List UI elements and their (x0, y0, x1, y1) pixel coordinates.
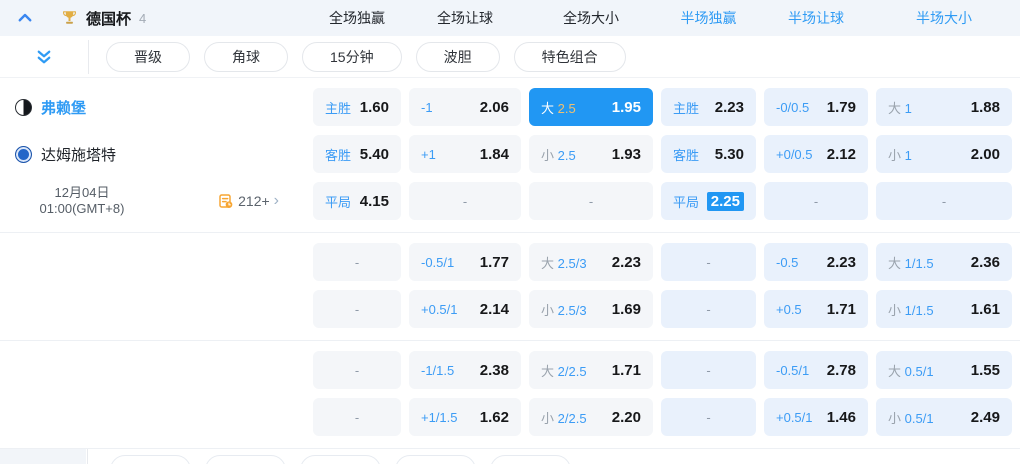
odds-cell-empty: - (876, 182, 1012, 220)
betting-odds-panel: 德国杯 4 全场独赢 全场让球 全场大小 半场独赢 半场让球 半场大小 晋级 角… (0, 0, 1020, 465)
odds-cell[interactable]: -0.5 2.23 (764, 243, 868, 281)
odds-cell[interactable]: -1/1.5 2.38 (409, 351, 521, 389)
odds-cell[interactable]: 平局 4.15 (313, 182, 401, 220)
odds-cell[interactable]: 小 2/2.5 2.20 (529, 398, 653, 436)
odds-cell-highlighted[interactable]: 平局 2.25 (661, 182, 756, 220)
odds-cell[interactable]: -0.5/1 1.77 (409, 243, 521, 281)
odds-cell[interactable]: 主胜 2.23 (661, 88, 756, 126)
odds-cell[interactable]: +0.5 1.71 (764, 290, 868, 328)
odds-cell-empty: - (661, 290, 756, 328)
odds-cell[interactable]: -0/0.5 1.79 (764, 88, 868, 126)
odds-cell[interactable]: 大 0.5/1 1.55 (876, 351, 1012, 389)
pill-corners[interactable]: 角球 (204, 41, 288, 72)
alt-odds-row: - +1/1.5 1.62 小 2/2.5 2.20 - +0.5/1 1.46 小 … (0, 398, 1020, 436)
odds-cell-empty: - (764, 182, 868, 220)
odds-cell-empty: - (409, 182, 521, 220)
market-header-half-handicap[interactable]: 半场让球 (764, 0, 868, 36)
odds-cell-selected[interactable]: 大 2.5 1.95 (529, 88, 653, 126)
alt-odds-row: - -0.5/1 1.77 大 2.5/3 2.23 - -0.5 2.23 大 1/… (0, 243, 1020, 281)
home-team-logo (15, 98, 32, 116)
match-date: 12月04日 (54, 185, 110, 200)
next-row-left-block (0, 449, 86, 464)
expand-double-chevron-down-icon[interactable] (32, 45, 56, 69)
divider (87, 449, 88, 464)
odds-cell[interactable]: +1 1.84 (409, 135, 521, 173)
league-header-bar: 德国杯 4 全场独赢 全场让球 全场大小 半场独赢 半场让球 半场大小 (0, 0, 1020, 36)
away-team-logo (15, 145, 32, 163)
market-header-half-1x2[interactable]: 半场独赢 (661, 0, 756, 36)
partial-pill (490, 455, 571, 464)
home-team-name[interactable]: 弗赖堡 (41, 97, 86, 118)
odds-cell[interactable]: +0.5/1 2.14 (409, 290, 521, 328)
odds-cell[interactable]: 小 1/1.5 1.61 (876, 290, 1012, 328)
odds-cell-empty: - (313, 243, 401, 281)
market-header-full-overunder[interactable]: 全场大小 (529, 0, 653, 36)
more-markets-count: 212+ (238, 193, 270, 209)
odds-cell[interactable]: -0.5/1 2.78 (764, 351, 868, 389)
league-match-count: 4 (139, 10, 147, 26)
more-markets-link[interactable]: 212+ › (218, 193, 279, 209)
odds-cell[interactable]: 大 2.5/3 2.23 (529, 243, 653, 281)
quick-nav-pills: 晋级 角球 15分钟 波胆 特色组合 (106, 41, 626, 72)
odds-group-main: 弗赖堡 主胜 1.60 -1 2.06 大 2.5 1.95 主胜 2.23 -0/0.… (0, 78, 1020, 233)
home-team-row: 弗赖堡 主胜 1.60 -1 2.06 大 2.5 1.95 主胜 2.23 -0/0.… (0, 88, 1020, 126)
odds-cell-empty: - (313, 290, 401, 328)
odds-cell[interactable]: 大 1 1.88 (876, 88, 1012, 126)
league-name: 德国杯 (86, 10, 132, 28)
chevron-right-icon: › (273, 192, 279, 209)
odds-cell[interactable]: 大 2/2.5 1.71 (529, 351, 653, 389)
pill-15min[interactable]: 15分钟 (302, 41, 402, 72)
match-datetime: 12月04日 01:00(GMT+8) (12, 185, 152, 217)
market-header-full-handicap[interactable]: 全场让球 (409, 0, 521, 36)
odds-cell[interactable]: 大 1/1.5 2.36 (876, 243, 1012, 281)
alt-odds-row: - -1/1.5 2.38 大 2/2.5 1.71 - -0.5/1 2.78 大 … (0, 351, 1020, 389)
pill-specials[interactable]: 特色组合 (513, 41, 626, 72)
quick-nav-bar: 晋级 角球 15分钟 波胆 特色组合 (0, 36, 1020, 78)
odds-cell[interactable]: -1 2.06 (409, 88, 521, 126)
odds-cell[interactable]: +0.5/1 1.46 (764, 398, 868, 436)
league-info: 德国杯 4 (0, 7, 305, 29)
odds-cell-empty: - (661, 351, 756, 389)
odds-cell[interactable]: 小 2.5/3 1.69 (529, 290, 653, 328)
away-team-name[interactable]: 达姆施塔特 (41, 144, 116, 165)
divider (88, 39, 89, 74)
partial-pill (395, 455, 476, 464)
odds-cell[interactable]: 客胜 5.30 (661, 135, 756, 173)
odds-cell-empty: - (661, 243, 756, 281)
next-match-partial-row (0, 449, 1020, 464)
odds-cell[interactable]: 小 0.5/1 2.49 (876, 398, 1012, 436)
markets-list-icon (219, 194, 233, 208)
pill-advance[interactable]: 晋级 (106, 41, 190, 72)
odds-cell-empty: - (529, 182, 653, 220)
pill-correct-score[interactable]: 波胆 (415, 41, 500, 72)
odds-group-alt2: - -1/1.5 2.38 大 2/2.5 1.71 - -0.5/1 2.78 大 … (0, 341, 1020, 449)
odds-group-alt1: - -0.5/1 1.77 大 2.5/3 2.23 - -0.5 2.23 大 1/… (0, 233, 1020, 341)
odds-cell[interactable]: 客胜 5.40 (313, 135, 401, 173)
partial-pill (300, 455, 381, 464)
odds-cell[interactable]: +1/1.5 1.62 (409, 398, 521, 436)
odds-cell-empty: - (313, 398, 401, 436)
match-time: 01:00(GMT+8) (39, 201, 125, 216)
odds-cell[interactable]: +0/0.5 2.12 (764, 135, 868, 173)
odds-cell[interactable]: 小 2.5 1.93 (529, 135, 653, 173)
odds-cell[interactable]: 主胜 1.60 (313, 88, 401, 126)
draw-row: 12月04日 01:00(GMT+8) 212+ › 平局 4.15 - - 平… (0, 182, 1020, 220)
odds-cell-empty: - (661, 398, 756, 436)
away-team-row: 达姆施塔特 客胜 5.40 +1 1.84 小 2.5 1.93 客胜 5.30 +0/… (0, 135, 1020, 173)
market-header-full-1x2[interactable]: 全场独赢 (313, 0, 401, 36)
odds-cell[interactable]: 小 1 2.00 (876, 135, 1012, 173)
trophy-icon (62, 10, 77, 26)
odds-cell-empty: - (313, 351, 401, 389)
collapse-chevron-up-icon[interactable] (14, 7, 36, 29)
market-header-half-overunder[interactable]: 半场大小 (876, 0, 1012, 36)
partial-pill (110, 455, 191, 464)
partial-pill (205, 455, 286, 464)
alt-odds-row: - +0.5/1 2.14 小 2.5/3 1.69 - +0.5 1.71 小 1/… (0, 290, 1020, 328)
